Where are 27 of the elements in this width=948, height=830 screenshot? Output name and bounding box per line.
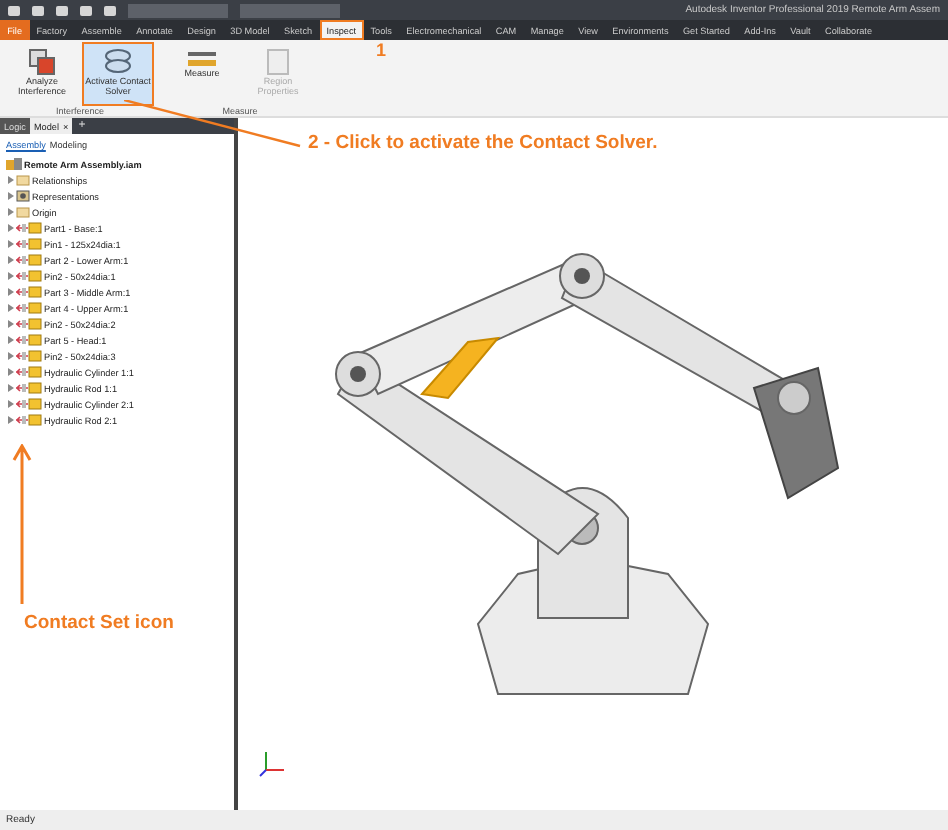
callout-text: Contact Set icon	[24, 612, 174, 634]
contact-part-icon	[16, 350, 42, 362]
contact-part-icon	[16, 414, 42, 426]
gear-stack-icon	[102, 48, 134, 76]
contact-part-icon	[16, 222, 42, 234]
contact-part-icon	[16, 270, 42, 282]
contact-part-icon	[16, 334, 42, 346]
contact-part-icon	[16, 398, 42, 410]
axis-triad-icon	[258, 750, 286, 778]
ruler-icon	[186, 48, 218, 68]
folder-icon	[16, 174, 30, 186]
appearance-dropdown[interactable]	[240, 3, 340, 17]
contact-part-icon	[16, 238, 42, 250]
callout-text: 2 - Click to activate the Contact Solver.	[308, 132, 658, 154]
contact-part-icon	[16, 254, 42, 266]
material-dropdown[interactable]	[128, 3, 228, 17]
camera-icon	[16, 190, 30, 202]
contact-part-icon	[16, 302, 42, 314]
assembly-icon	[6, 158, 22, 170]
contact-part-icon	[16, 286, 42, 298]
region-icon	[266, 48, 290, 76]
contact-part-icon	[16, 366, 42, 378]
contact-part-icon	[16, 382, 42, 394]
interference-icon	[28, 48, 56, 76]
step-number: 1	[376, 40, 387, 60]
contact-part-icon	[16, 318, 42, 330]
folder-icon	[16, 206, 30, 218]
